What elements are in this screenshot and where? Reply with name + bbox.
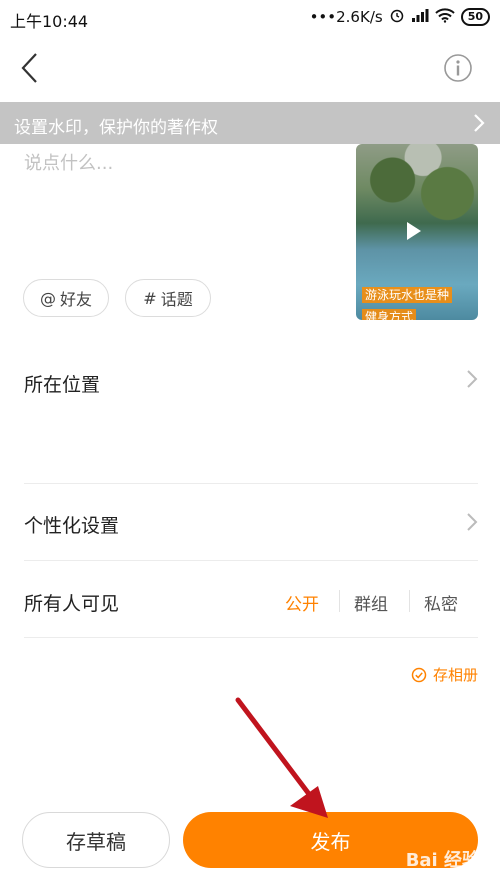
check-circle-icon (411, 667, 427, 682)
status-bar: 上午10:44 •••2.6K/s 50 (0, 0, 500, 36)
status-icons: •••2.6K/s 50 (310, 7, 490, 27)
save-draft-button[interactable]: 存草稿 (22, 812, 170, 868)
video-caption-line1: 游泳玩水也是种 (362, 287, 453, 303)
hash-icon: # (143, 288, 157, 308)
location-label: 所在位置 (24, 374, 101, 396)
watermark-banner[interactable]: 设置水印，保护你的著作权 (0, 102, 500, 144)
mention-friend-button[interactable]: @ 好友 (23, 279, 109, 317)
chevron-left-icon (21, 53, 37, 83)
battery-indicator: 50 (460, 8, 490, 26)
visibility-option-private[interactable]: 私密 (424, 590, 458, 615)
option-separator (409, 590, 410, 612)
chevron-right-icon (465, 511, 479, 533)
visibility-option-public[interactable]: 公开 (285, 590, 319, 615)
visibility-option-group[interactable]: 群组 (354, 590, 388, 615)
post-text-input[interactable]: 说点什么... (24, 149, 113, 175)
save-album-label: 存相册 (432, 666, 478, 684)
mention-friend-label: 好友 (59, 290, 92, 309)
divider (24, 637, 478, 638)
topic-label: 话题 (160, 290, 193, 309)
play-icon (407, 222, 421, 240)
at-icon: @ (39, 288, 56, 308)
banner-text: 设置水印，保护你的著作权 (14, 118, 218, 138)
option-separator (339, 590, 340, 612)
video-caption: 游泳玩水也是种 健身方式 (362, 284, 453, 320)
baidu-watermark: Bai 经验 (405, 850, 480, 871)
save-album-toggle[interactable]: 存相册 (411, 664, 478, 685)
personalize-row[interactable]: 个性化设置 (0, 495, 500, 551)
status-time: 上午10:44 (10, 12, 89, 31)
wifi-icon (434, 7, 455, 27)
alarm-icon (389, 7, 405, 27)
visibility-label: 所有人可见 (24, 593, 120, 615)
signal-icon (411, 8, 429, 26)
chevron-right-icon (470, 112, 488, 134)
location-row[interactable]: 所在位置 (0, 350, 500, 410)
personalize-label: 个性化设置 (24, 515, 120, 537)
chevron-right-icon (465, 368, 479, 390)
back-button[interactable] (14, 50, 50, 86)
topic-button[interactable]: # 话题 (125, 279, 211, 317)
network-speed: •••2.6K/s (309, 8, 383, 26)
video-caption-line2: 健身方式 (362, 309, 417, 320)
info-button[interactable] (443, 53, 473, 83)
video-thumbnail[interactable]: 游泳玩水也是种 健身方式 (356, 144, 478, 320)
thumbnail-image (356, 144, 478, 234)
divider (24, 483, 478, 484)
divider (24, 560, 478, 561)
info-icon (444, 54, 472, 82)
